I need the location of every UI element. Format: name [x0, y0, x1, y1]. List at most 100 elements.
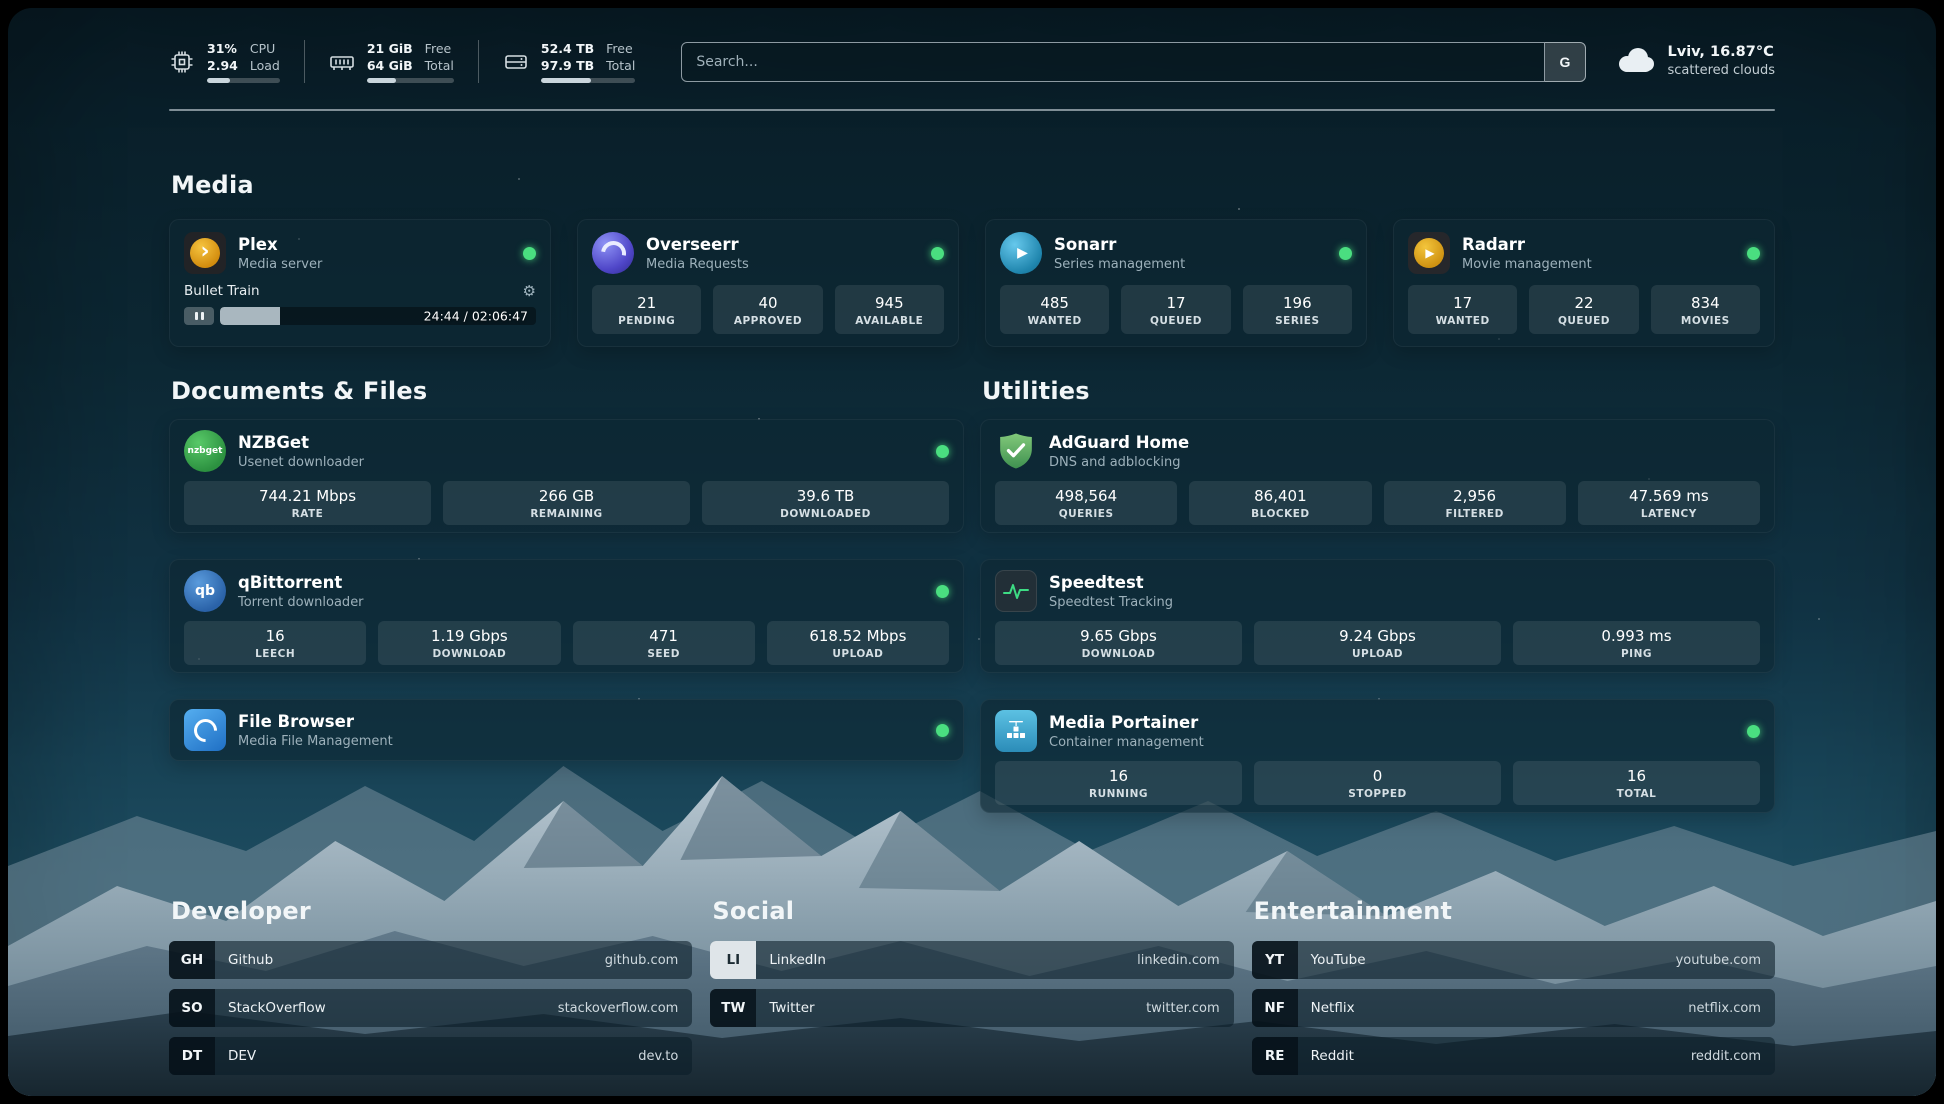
bookmark-github[interactable]: GH Github github.com — [169, 941, 692, 979]
adguard-meta: AdGuard Home DNS and adblocking — [1049, 432, 1189, 471]
service-card-radarr[interactable]: Radarr Movie management 17 WANTED 22 QUE… — [1393, 219, 1775, 347]
nzbget-icon: nzbget — [184, 430, 226, 472]
sonarr-meta: Sonarr Series management — [1054, 234, 1185, 273]
portainer-stats: 16 RUNNING 0 STOPPED 16 TOTAL — [995, 761, 1760, 805]
search-provider-button[interactable]: G — [1544, 42, 1586, 82]
cpu-label: CPU — [250, 40, 280, 57]
disk-progress-bar — [541, 78, 635, 83]
service-desc: Series management — [1054, 256, 1185, 273]
stat-value: 17 — [1412, 294, 1513, 313]
bookmark-linkedin[interactable]: LI LinkedIn linkedin.com — [710, 941, 1233, 979]
bookmark-youtube[interactable]: YT YouTube youtube.com — [1252, 941, 1775, 979]
pause-button[interactable] — [184, 307, 214, 325]
disk-free-value: 52.4 TB — [541, 40, 594, 57]
cpu-readout: 31% CPU 2.94 Load — [207, 40, 280, 83]
search-bar: G — [681, 42, 1585, 82]
stat-label: STOPPED — [1258, 788, 1497, 800]
bookmark-name: Netflix — [1298, 1000, 1355, 1016]
cpu-load-label: Load — [250, 57, 280, 74]
stat-label: UPLOAD — [771, 648, 945, 660]
bookmark-name: Github — [215, 952, 273, 968]
bookmark-dev[interactable]: DT DEV dev.to — [169, 1037, 692, 1075]
portainer-meta: Media Portainer Container management — [1049, 712, 1204, 751]
stat-label: MOVIES — [1655, 315, 1756, 327]
service-desc: Torrent downloader — [238, 594, 364, 611]
service-card-qbittorrent[interactable]: qb qBittorrent Torrent downloader 16 LEE… — [169, 559, 964, 673]
bookmark-url: dev.to — [638, 1049, 692, 1064]
bookmark-url: stackoverflow.com — [558, 1001, 693, 1016]
stat-value: 39.6 TB — [706, 487, 945, 506]
stat-label: DOWNLOAD — [999, 648, 1238, 660]
section-title-developer: Developer — [171, 897, 692, 925]
cpu-monitor: 31% CPU 2.94 Load — [169, 40, 304, 83]
stat-value: 0.993 ms — [1517, 627, 1756, 646]
stat-label: WANTED — [1412, 315, 1513, 327]
service-card-speedtest[interactable]: Speedtest Speedtest Tracking 9.65 Gbps D… — [980, 559, 1775, 673]
status-dot — [1339, 247, 1352, 260]
playback-time: 24:44 / 02:06:47 — [424, 309, 528, 324]
bookmark-twitter[interactable]: TW Twitter twitter.com — [710, 989, 1233, 1027]
stat-queued: 22 QUEUED — [1529, 285, 1638, 334]
bookmark-reddit[interactable]: RE Reddit reddit.com — [1252, 1037, 1775, 1075]
stat-value: 22 — [1533, 294, 1634, 313]
stat-running: 16 RUNNING — [995, 761, 1242, 805]
stat-queued: 17 QUEUED — [1121, 285, 1230, 334]
radarr-meta: Radarr Movie management — [1462, 234, 1592, 273]
radarr-header: Radarr Movie management — [1408, 232, 1760, 274]
gear-icon[interactable] — [523, 284, 536, 299]
service-card-adguard[interactable]: AdGuard Home DNS and adblocking 498,564 … — [980, 419, 1775, 533]
stat-value: 196 — [1247, 294, 1348, 313]
bookmark-netflix[interactable]: NF Netflix netflix.com — [1252, 989, 1775, 1027]
search-input[interactable] — [681, 42, 1585, 82]
weather-location: Lviv, 16.87°C — [1668, 43, 1776, 62]
filebrowser-meta: File Browser Media File Management — [238, 711, 393, 750]
stat-upload: 9.24 Gbps UPLOAD — [1254, 621, 1501, 665]
stat-ping: 0.993 ms PING — [1513, 621, 1760, 665]
filebrowser-header: File Browser Media File Management — [184, 709, 949, 751]
disk-free-label: Free — [606, 40, 635, 57]
stat-value: 945 — [839, 294, 940, 313]
stat-value: 40 — [717, 294, 818, 313]
stat-value: 744.21 Mbps — [188, 487, 427, 506]
stat-label: TOTAL — [1517, 788, 1756, 800]
memory-total-label: Total — [425, 57, 454, 74]
stat-value: 47.569 ms — [1582, 487, 1756, 506]
stat-total: 16 TOTAL — [1513, 761, 1760, 805]
service-card-sonarr[interactable]: Sonarr Series management 485 WANTED 17 Q… — [985, 219, 1367, 347]
bookmark-url: linkedin.com — [1137, 953, 1234, 968]
adguard-stats: 498,564 QUERIES 86,401 BLOCKED 2,956 FIL… — [995, 481, 1760, 525]
service-card-plex[interactable]: Plex Media server Bullet Train 24:44 / 0… — [169, 219, 551, 347]
overseerr-stats: 21 PENDING 40 APPROVED 945 AVAILABLE — [592, 285, 944, 334]
stat-queries: 498,564 QUERIES — [995, 481, 1177, 525]
portainer-icon — [995, 710, 1037, 752]
weather-condition: scattered clouds — [1668, 62, 1776, 80]
stat-value: 471 — [577, 627, 751, 646]
service-card-overseerr[interactable]: Overseerr Media Requests 21 PENDING 40 A… — [577, 219, 959, 347]
stat-label: SEED — [577, 648, 751, 660]
stat-pending: 21 PENDING — [592, 285, 701, 334]
bookmark-stackoverflow[interactable]: SO StackOverflow stackoverflow.com — [169, 989, 692, 1027]
stat-leech: 16 LEECH — [184, 621, 366, 665]
nzbget-meta: NZBGet Usenet downloader — [238, 432, 364, 471]
service-card-filebrowser[interactable]: File Browser Media File Management — [169, 699, 964, 761]
stat-label: LATENCY — [1582, 508, 1756, 520]
service-name: Radarr — [1462, 234, 1592, 255]
stat-label: UPLOAD — [1258, 648, 1497, 660]
service-card-portainer[interactable]: Media Portainer Container management 16 … — [980, 699, 1775, 813]
qbittorrent-icon: qb — [184, 570, 226, 612]
section-title-social: Social — [712, 897, 1233, 925]
memory-free-value: 21 GiB — [367, 40, 413, 57]
stackoverflow-icon: SO — [169, 989, 215, 1027]
top-bar: 31% CPU 2.94 Load 21 GiB Free 64 — [169, 8, 1775, 83]
status-dot — [523, 247, 536, 260]
service-card-nzbget[interactable]: nzbget NZBGet Usenet downloader 744.21 M… — [169, 419, 964, 533]
stat-label: QUEUED — [1533, 315, 1634, 327]
memory-progress-bar — [367, 78, 454, 83]
weather-widget: Lviv, 16.87°C scattered clouds — [1614, 43, 1776, 80]
stat-label: SERIES — [1247, 315, 1348, 327]
service-desc: Speedtest Tracking — [1049, 594, 1173, 611]
stat-label: RATE — [188, 508, 427, 520]
cloud-icon — [1614, 45, 1656, 79]
stat-label: WANTED — [1004, 315, 1105, 327]
bookmarks-developer: Developer GH Github github.com SO StackO… — [169, 897, 692, 1085]
